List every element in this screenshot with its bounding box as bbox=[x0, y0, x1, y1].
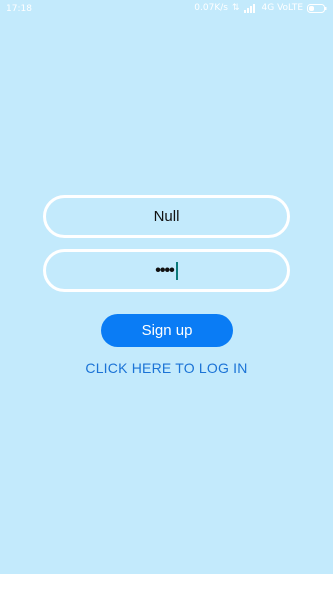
status-right-group: 0.07K/s ⇅ 4G VoLTE bbox=[194, 3, 327, 13]
signal-strength-icon bbox=[243, 3, 258, 13]
login-link[interactable]: CLICK HERE TO LOG IN bbox=[0, 360, 333, 376]
status-time: 17:18 bbox=[6, 4, 32, 14]
name-input[interactable]: Null bbox=[43, 195, 290, 238]
network-speed: 0.07K/s bbox=[194, 3, 228, 13]
navigation-bar-area bbox=[0, 574, 333, 592]
status-bar: 17:18 0.07K/s ⇅ 4G VoLTE bbox=[0, 0, 333, 20]
signup-button[interactable]: Sign up bbox=[101, 314, 233, 347]
name-input-value: Null bbox=[153, 208, 180, 225]
data-transfer-icon: ⇅ bbox=[231, 3, 240, 13]
battery-icon bbox=[307, 3, 327, 13]
network-type: 4G VoLTE bbox=[261, 3, 303, 13]
text-cursor bbox=[175, 261, 178, 280]
password-input-value: •••• bbox=[155, 261, 174, 279]
app-screen: 17:18 0.07K/s ⇅ 4G VoLTE Null •••• Sign … bbox=[0, 0, 333, 574]
password-input[interactable]: •••• bbox=[43, 249, 290, 292]
